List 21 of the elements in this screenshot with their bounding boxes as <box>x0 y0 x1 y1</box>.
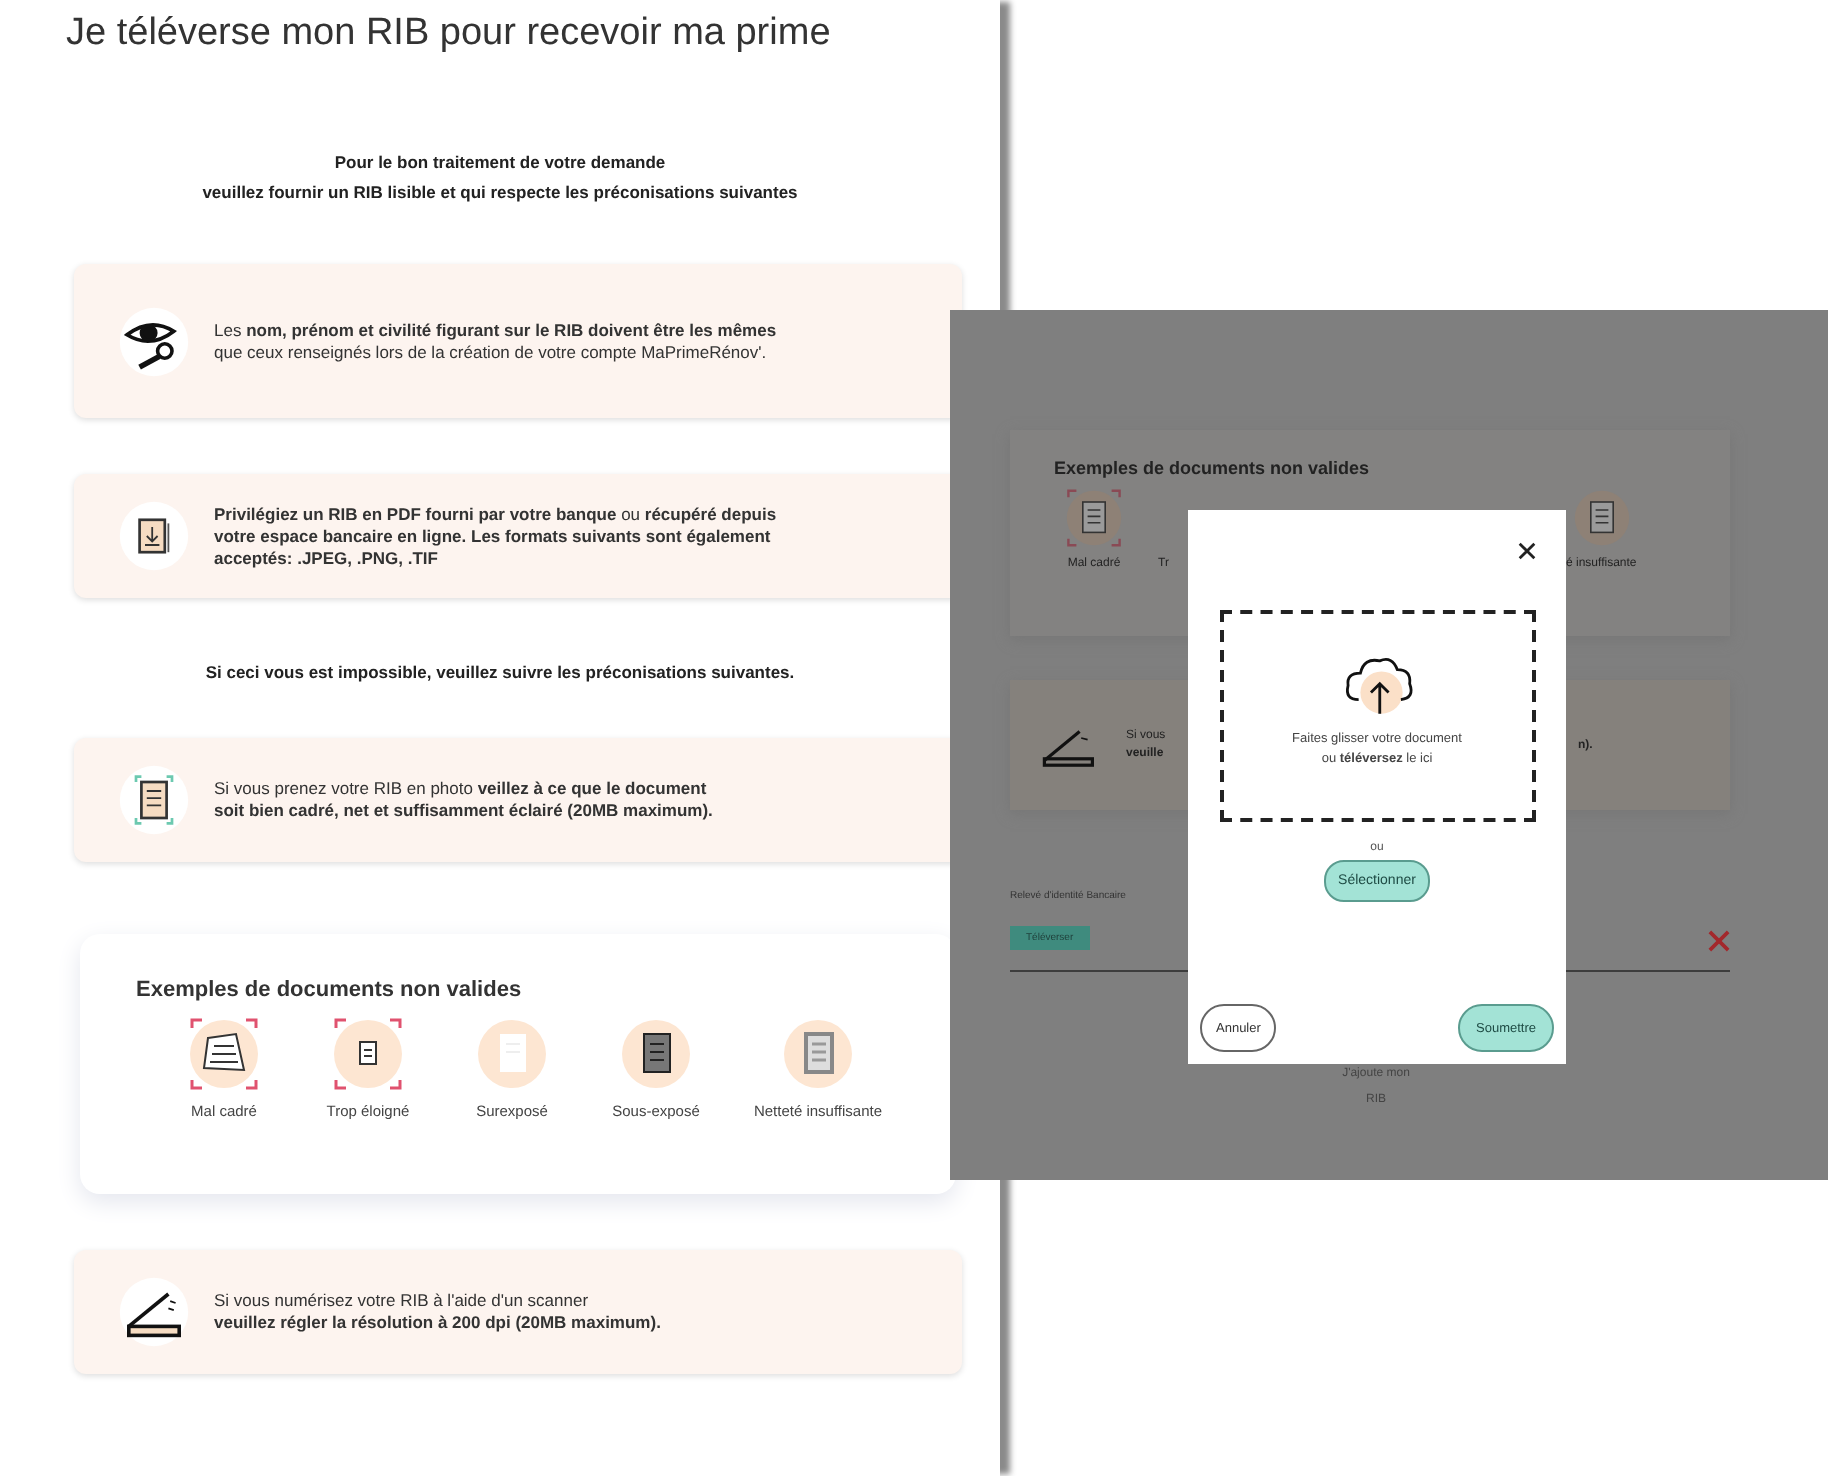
examples-title: Exemples de documents non valides <box>1054 458 1372 478</box>
photo-document-icon <box>118 764 190 836</box>
tip-text: Si vous prenez votre RIB en photo veillez à ce que le document soit bien cadré, net et suffisamment éclairé (20MB maximum). <box>214 778 713 822</box>
document-example-icon <box>1062 486 1126 550</box>
tip-text: Les nom, prénom et civilité figurant sur le RIB doivent être les mêmes que ceux renseignés lors de la création de votre compte MaPrimeRénov'. <box>214 319 777 363</box>
eye-magnifier-icon <box>118 305 190 377</box>
examples-title: Exemples de documents non valides <box>136 978 524 1002</box>
document-example-icon <box>616 1014 696 1094</box>
scanner-icon <box>118 1276 190 1348</box>
page-title: Je téléverse mon RIB pour recevoir ma prime <box>66 12 833 58</box>
document-example-icon <box>1569 486 1634 550</box>
document-icon <box>118 500 190 572</box>
note-text: Si ceci vous est impossible, veuillez suivre les préconisations suivantes. <box>203 662 797 682</box>
document-example-icon <box>184 1014 264 1094</box>
document-example-icon <box>778 1014 858 1094</box>
tip-text: Privilégiez un RIB en PDF fourni par votre banque ou récupéré depuis votre espace bancaire en ligne. Les formats suivants sont également acceptés: .JPEG, .PNG, .TIF <box>214 503 777 569</box>
tip-text: Si vous numérisez votre RIB à l'aide d'un scanner veuillez régler la résolution à 200 dpi (20MB maximum). <box>214 1290 661 1334</box>
close-icon[interactable] <box>1516 540 1538 562</box>
document-example-icon <box>472 1014 552 1094</box>
intro-text: Pour le bon traitement de votre demande veuillez fournir un RIB lisible et qui respecte les préconisations suivantes <box>200 150 800 206</box>
document-example-icon <box>328 1014 408 1094</box>
